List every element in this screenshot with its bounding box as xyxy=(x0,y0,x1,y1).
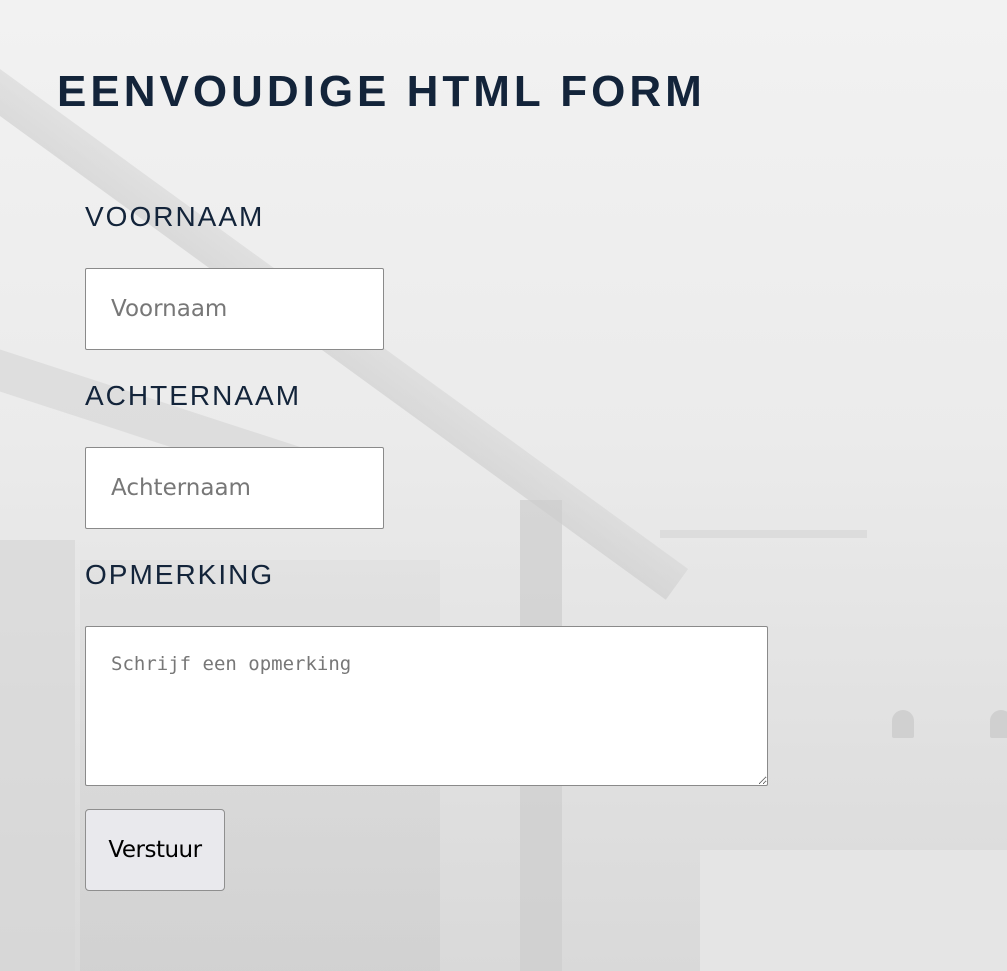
comment-textarea[interactable] xyxy=(85,626,768,786)
first-name-input[interactable] xyxy=(85,268,384,350)
submit-button[interactable]: Verstuur xyxy=(85,809,225,891)
first-name-label: VOORNAAM xyxy=(85,201,265,232)
last-name-label: ACHTERNAAM xyxy=(85,380,302,411)
comment-label: OPMERKING xyxy=(85,559,275,590)
last-name-input[interactable] xyxy=(85,447,384,529)
page-title: EENVOUDIGE HTML FORM xyxy=(57,67,706,116)
form-page: EENVOUDIGE HTML FORM VOORNAAM ACHTERNAAM… xyxy=(0,0,1007,971)
